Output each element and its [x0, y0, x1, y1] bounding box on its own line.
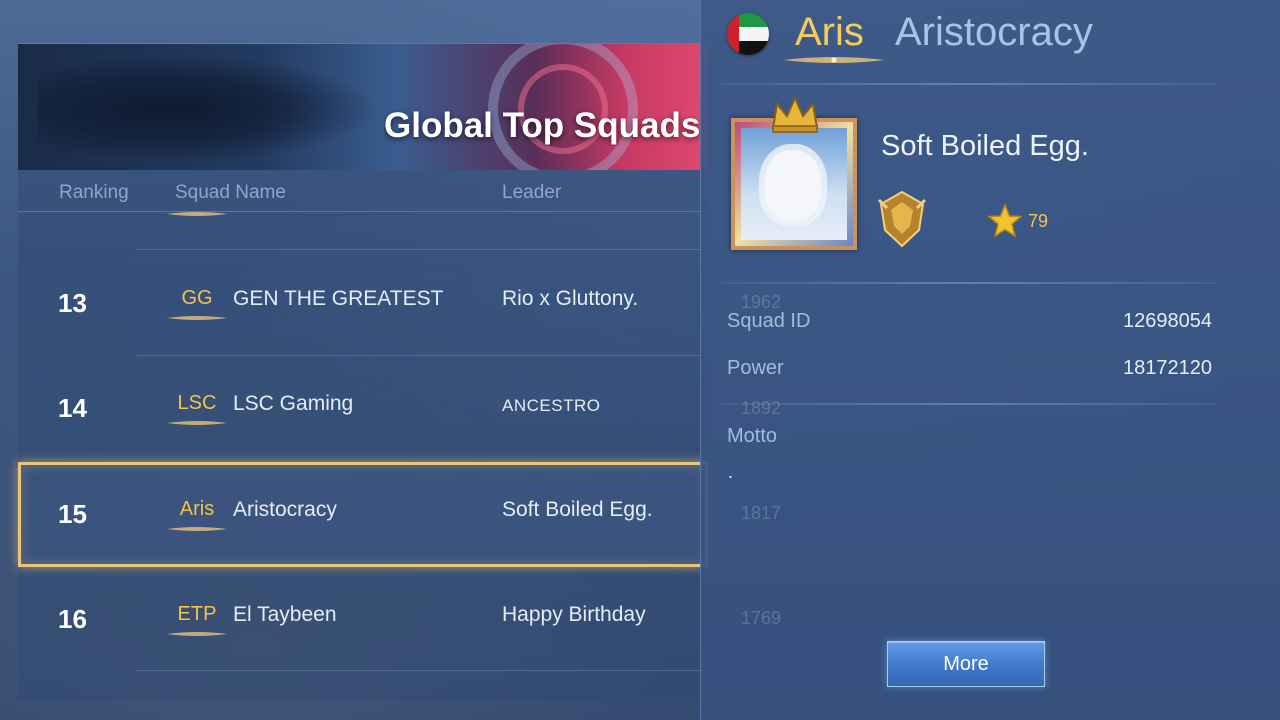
leader-name: ANCESTRO	[502, 396, 601, 415]
rank-badge-icon	[877, 190, 927, 248]
flourish-icon	[167, 632, 227, 636]
squad-tag: GG	[181, 287, 213, 309]
leader-name: Rio x Gluttony.	[502, 287, 639, 310]
power-ghost: 1769	[741, 608, 782, 628]
power-value: 18172120	[1123, 357, 1212, 379]
page-title: Global Top Squads	[384, 106, 701, 145]
crown-icon	[771, 95, 819, 133]
squad-name: GEN THE GREATEST	[233, 287, 444, 310]
column-header-leader: Leader	[502, 182, 562, 203]
leader-name: Soft Boiled Egg.	[502, 498, 653, 521]
squad-tag: ETP	[177, 603, 217, 625]
star-count: 79	[1028, 211, 1049, 231]
more-button[interactable]: More	[887, 641, 1045, 687]
leaderboard-panel: Global Top Squads Ranking Squad Name Lea…	[18, 43, 708, 700]
flourish-icon	[783, 57, 885, 63]
squad-id-value: 12698054	[1123, 310, 1212, 332]
star-icon	[987, 203, 1023, 238]
power-label: Power	[727, 357, 784, 379]
banner-art	[38, 54, 378, 164]
leaderboard-banner: Global Top Squads	[18, 44, 708, 170]
flourish-icon	[167, 421, 227, 425]
squad-tag: LSC	[177, 392, 217, 414]
row-divider	[136, 670, 708, 671]
squad-name: El Taybeen	[233, 603, 337, 626]
flourish-icon	[167, 316, 227, 320]
row-rank: 13	[58, 288, 87, 318]
detail-squad-name: Aristocracy	[895, 10, 1093, 54]
squad-name: LSC Gaming	[233, 392, 354, 415]
divider	[721, 282, 1217, 284]
avatar-portrait	[765, 150, 821, 220]
divider	[721, 403, 1217, 405]
row-rank: 16	[58, 604, 87, 634]
leader-name: Happy Birthday	[502, 603, 646, 626]
table-row[interactable]: 16 ETP El Taybeen Happy Birthday	[18, 567, 708, 672]
power-ghost: 1892	[741, 398, 782, 418]
column-header-squad-name: Squad Name	[175, 182, 286, 203]
row-divider	[136, 249, 708, 250]
motto-label: Motto	[727, 425, 778, 447]
table-row-selected[interactable]: 15 Aris Aristocracy Soft Boiled Egg.	[18, 462, 708, 567]
divider	[721, 83, 1217, 85]
detail-leader-name: Soft Boiled Egg.	[881, 130, 1089, 162]
squad-detail-panel: 1962 1892 1817 1769 Aris Aristocracy Sof…	[700, 0, 1280, 720]
table-row[interactable]: 14 LSC LSC Gaming ANCESTRO	[18, 356, 708, 461]
row-rank: 14	[58, 393, 87, 423]
flourish-icon	[167, 212, 227, 216]
uae-flag-icon	[727, 13, 769, 55]
squad-id-label: Squad ID	[727, 310, 811, 332]
row-rank: 15	[58, 499, 87, 529]
column-header-ranking: Ranking	[59, 182, 129, 203]
detail-squad-tag: Aris	[795, 10, 864, 54]
power-ghost: 1817	[741, 503, 782, 523]
squad-name: Aristocracy	[233, 498, 337, 521]
leader-avatar[interactable]	[731, 118, 857, 250]
column-headers: Ranking Squad Name Leader	[18, 172, 708, 212]
flourish-icon	[167, 527, 227, 531]
squad-tag: Aris	[179, 498, 215, 520]
motto-value: .	[728, 462, 734, 482]
table-row[interactable]: 13 GG GEN THE GREATEST Rio x Gluttony.	[18, 251, 708, 356]
